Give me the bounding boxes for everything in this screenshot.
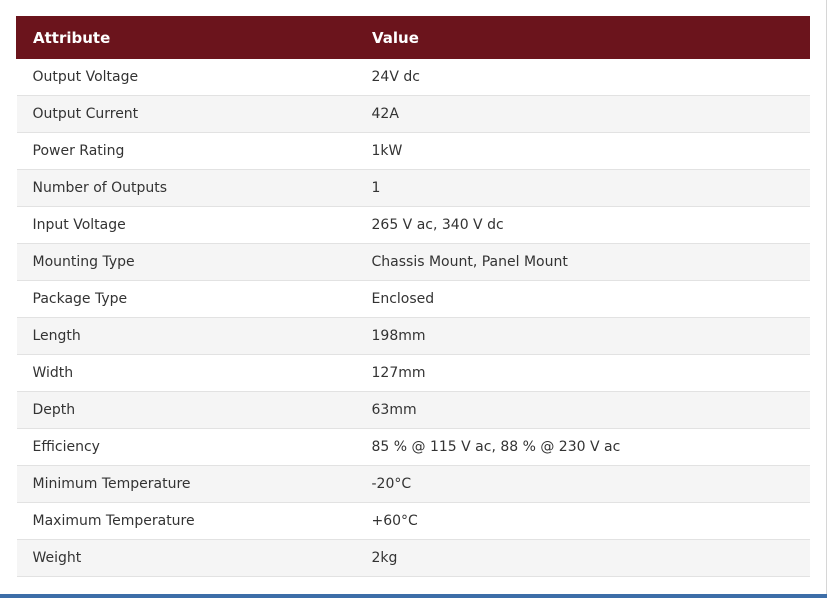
attribute-cell: Width [16,354,356,392]
value-cell: +60°C [355,502,810,540]
attribute-cell: Maximum Temperature [16,502,356,540]
table-row: Input Voltage 265 V ac, 340 V dc [16,206,810,244]
attribute-cell: Efficiency [16,428,356,466]
table-row: Output Voltage 24V dc [16,58,810,96]
table-row: Minimum Temperature -20°C [16,465,810,503]
value-cell: 24V dc [355,58,810,96]
table-row: Number of Outputs 1 [16,169,810,207]
value-cell: Enclosed [355,280,810,318]
table-row: Package Type Enclosed [16,280,810,318]
attribute-cell: Minimum Temperature [16,465,356,503]
value-cell: 1kW [355,132,810,170]
value-cell: 63mm [355,391,810,429]
table-row: Weight 2kg [16,539,810,577]
attribute-cell: Depth [16,391,356,429]
table-row: Depth 63mm [16,391,810,429]
table-row: Mounting Type Chassis Mount, Panel Mount [16,243,810,281]
attribute-cell: Output Voltage [16,58,356,96]
attribute-cell: Number of Outputs [16,169,356,207]
value-cell: -20°C [355,465,810,503]
value-cell: 1 [355,169,810,207]
table-body: Output Voltage 24V dc Output Current 42A Pow… [16,58,810,577]
table-row: Maximum Temperature +60°C [16,502,810,540]
attribute-cell: Package Type [16,280,356,318]
attribute-cell: Weight [16,539,356,577]
value-cell: 265 V ac, 340 V dc [355,206,810,244]
value-cell: 2kg [355,539,810,577]
header-value: Value [355,16,810,59]
table-row: Length 198mm [16,317,810,355]
header-row: Attribute Value [16,16,810,59]
table-row: Power Rating 1kW [16,132,810,170]
table-row: Output Current 42A [16,95,810,133]
attribute-cell: Length [16,317,356,355]
bottom-accent-bar [0,594,827,598]
attribute-cell: Input Voltage [16,206,356,244]
value-cell: Chassis Mount, Panel Mount [355,243,810,281]
header-attribute: Attribute [16,16,356,59]
value-cell: 42A [355,95,810,133]
attribute-cell: Power Rating [16,132,356,170]
specifications-table: Attribute Value Output Voltage 24V dc Outp… [16,16,810,577]
value-cell: 85 % @ 115 V ac, 88 % @ 230 V ac [355,428,810,466]
spec-page: Attribute Value Output Voltage 24V dc Outp… [0,0,827,598]
attribute-cell: Output Current [16,95,356,133]
table-header: Attribute Value [16,16,810,59]
attribute-cell: Mounting Type [16,243,356,281]
value-cell: 127mm [355,354,810,392]
value-cell: 198mm [355,317,810,355]
table-row: Width 127mm [16,354,810,392]
table-row: Efficiency 85 % @ 115 V ac, 88 % @ 230 V … [16,428,810,466]
